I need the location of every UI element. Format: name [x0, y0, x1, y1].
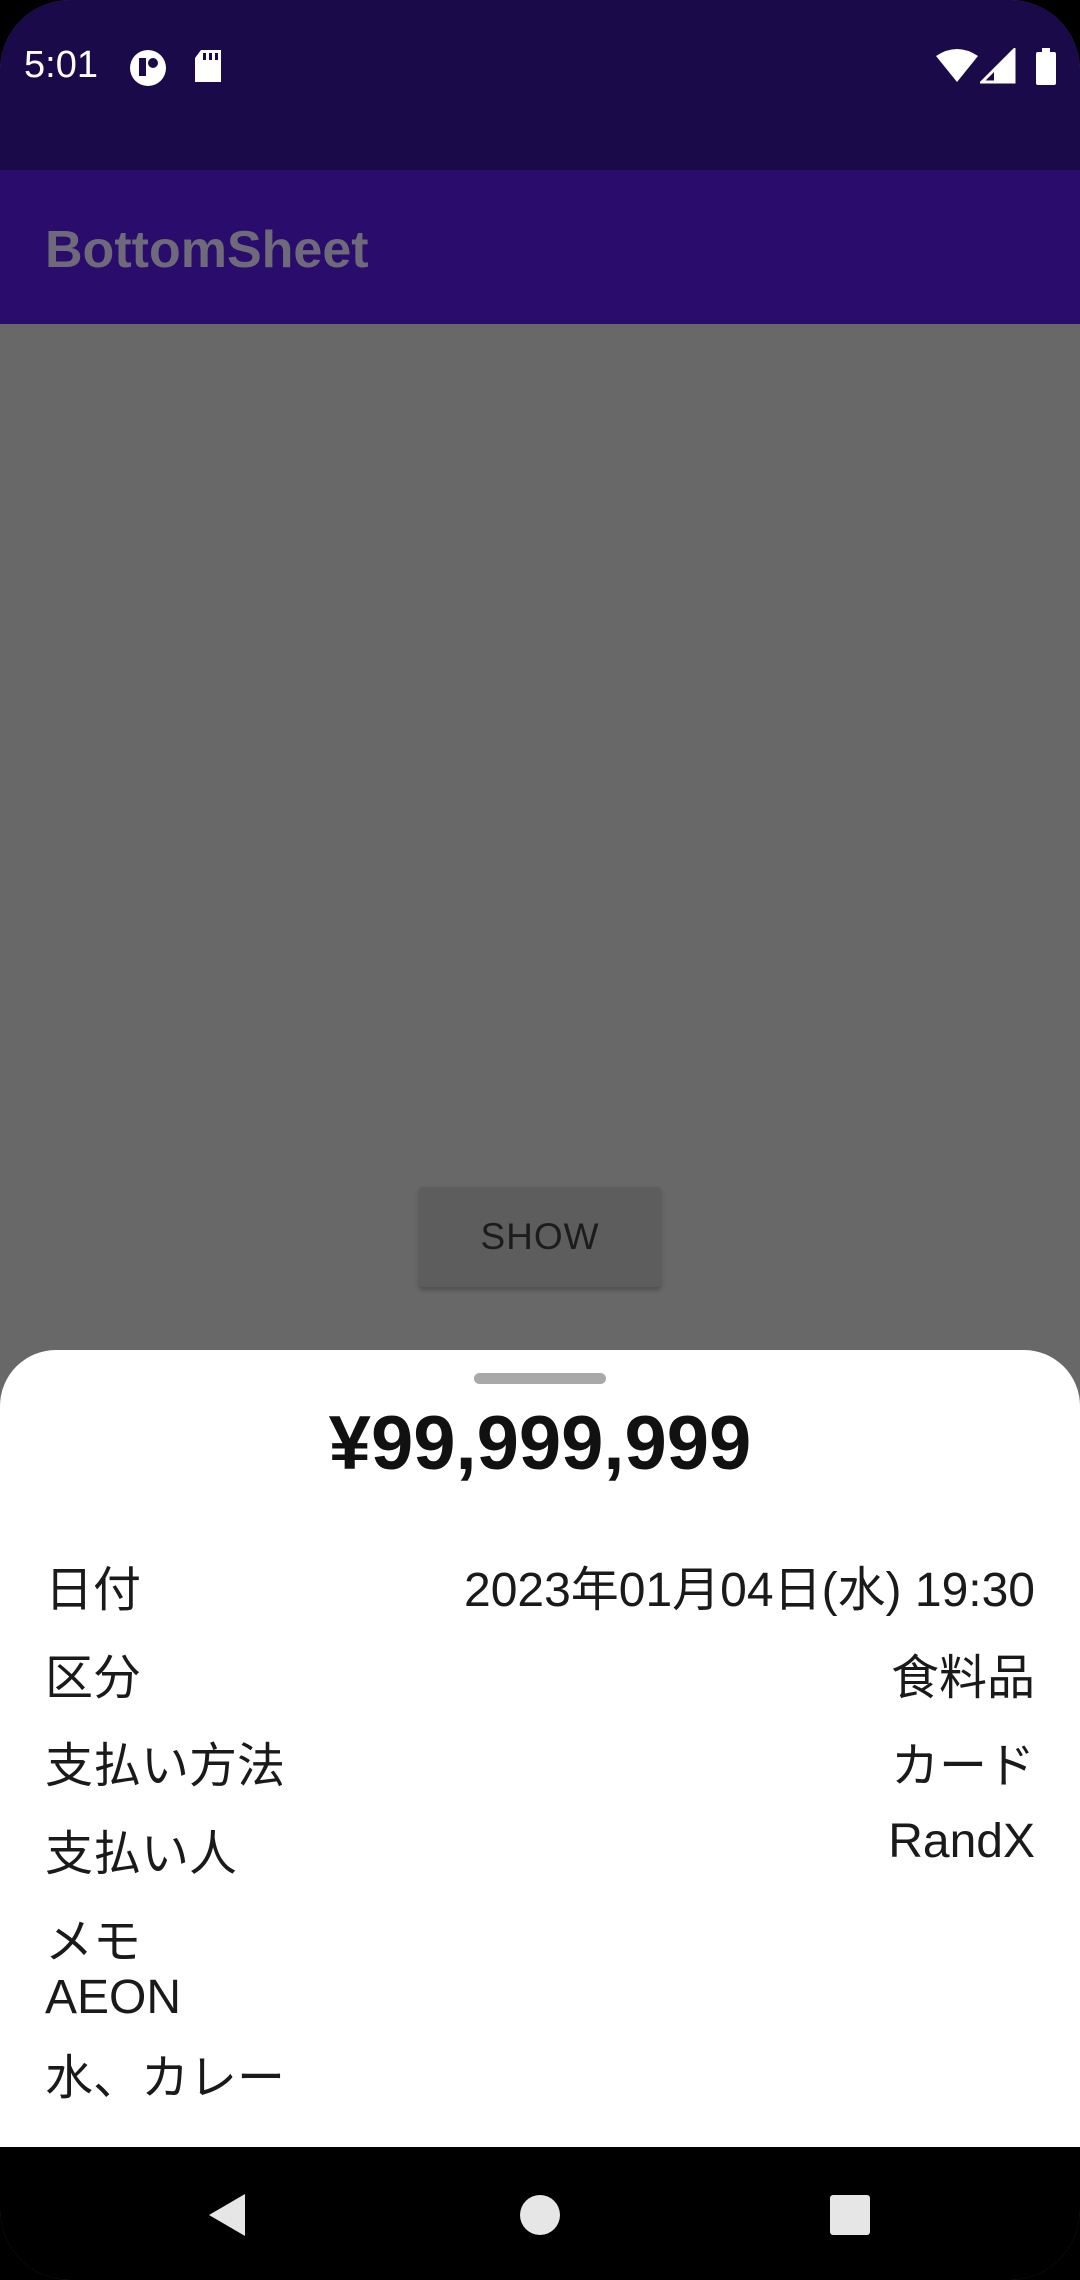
app-title: BottomSheet [45, 221, 369, 279]
app-bar: BottomSheet [0, 170, 1080, 324]
sd-card-icon [195, 50, 221, 82]
navigation-bar [0, 2147, 1080, 2280]
battery-icon [1036, 48, 1056, 85]
cellular-signal-icon [980, 48, 1016, 84]
detail-label: 支払い方法 [45, 1740, 286, 1793]
detail-row-payer: 支払い人 RandX [45, 1814, 1035, 1884]
amount-value: ¥99,999,999 [328, 1401, 752, 1486]
recents-icon[interactable] [829, 2194, 871, 2236]
detail-label: 支払い人 [45, 1828, 238, 1881]
status-time: 5:01 [24, 44, 98, 86]
show-button[interactable]: SHOW [419, 1187, 661, 1287]
detail-value: 食料品 [890, 1652, 1035, 1705]
detail-label: 日付 [45, 1564, 142, 1617]
wifi-icon [936, 49, 978, 82]
memo-line: 水、カレー [45, 2052, 286, 2105]
bottom-sheet: ¥99,999,999 日付 2023年01月04日(水) 19:30 区分 食… [0, 1350, 1080, 2150]
detail-value: カード [890, 1740, 1035, 1793]
detail-label: 区分 [45, 1652, 142, 1705]
detail-row-date: 日付 2023年01月04日(水) 19:30 [45, 1550, 1035, 1620]
detail-value: RandX [888, 1815, 1035, 1868]
notification-app-icon [130, 50, 166, 86]
status-bar: 5:01 [0, 0, 1080, 170]
phone-screen: 5:01 BottomSheet SHOW ¥99,999,999 日付 202… [0, 0, 1080, 2280]
detail-row-category: 区分 食料品 [45, 1638, 1035, 1708]
memo-line: AEON [45, 1971, 182, 2024]
drag-handle[interactable] [474, 1373, 606, 1384]
home-icon[interactable] [519, 2194, 561, 2236]
memo-label: メモ [45, 1916, 142, 1969]
detail-row-payment-method: 支払い方法 カード [45, 1726, 1035, 1796]
detail-value: 2023年01月04日(水) 19:30 [464, 1564, 1035, 1617]
back-icon[interactable] [205, 2192, 249, 2238]
